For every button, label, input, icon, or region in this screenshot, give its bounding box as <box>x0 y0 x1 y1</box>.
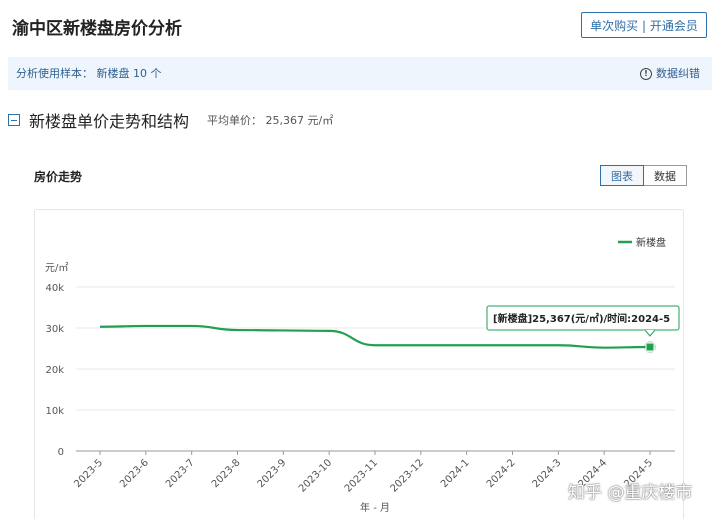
x-axis-label: 年 - 月 <box>360 501 390 514</box>
x-tick-label: 2023-5 <box>72 457 105 490</box>
x-tick-label: 2023-11 <box>343 457 380 494</box>
y-tick-label: 10k <box>45 406 64 417</box>
x-tick-label: 2024-2 <box>485 457 518 490</box>
x-tick-label: 2024-1 <box>439 457 472 490</box>
watermark: 知乎 @重庆楼市 <box>568 483 693 503</box>
data-point <box>645 342 655 352</box>
x-tick-label: 2023-9 <box>256 457 289 490</box>
y-tick-label: 40k <box>45 283 64 294</box>
tooltip-text: [新楼盘]25,367(元/㎡)/时间:2024-5 <box>493 312 670 325</box>
y-tick-label: 0 <box>58 447 64 458</box>
y-tick-label: 20k <box>45 365 64 376</box>
x-tick-label: 2023-12 <box>389 457 426 494</box>
x-tick-label: 2023-8 <box>210 457 243 490</box>
x-tick-label: 2023-6 <box>118 457 151 490</box>
x-tick-label: 2023-10 <box>297 457 334 494</box>
legend-label: 新楼盘 <box>636 236 666 249</box>
x-tick-label: 2024-3 <box>531 457 564 490</box>
y-axis-label: 元/㎡ <box>45 262 68 274</box>
y-tick-label: 30k <box>45 324 64 335</box>
price-trend-chart: 元/㎡ 年 - 月 0 10k 20k 30k 40k 2023-5 2023-6 2023-… <box>45 236 680 514</box>
x-tick-label: 2023-7 <box>164 457 197 490</box>
tooltip-pointer <box>644 329 656 337</box>
